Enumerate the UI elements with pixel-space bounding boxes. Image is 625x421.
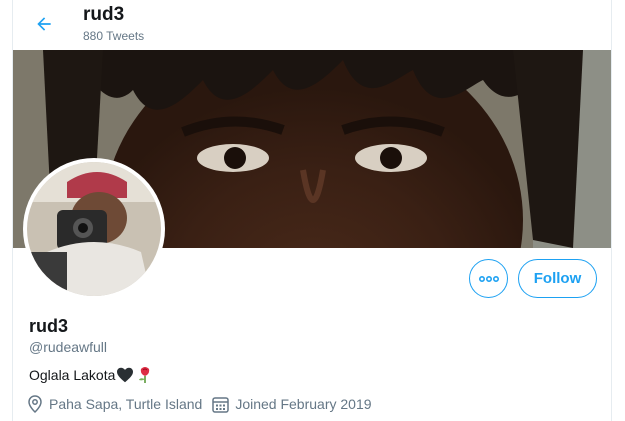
joined-item: Joined February 2019 <box>212 396 372 413</box>
back-button[interactable] <box>27 7 61 41</box>
location-item: Paha Sapa, Turtle Island <box>27 395 202 413</box>
header-name: rud3 <box>83 4 125 25</box>
avatar-photo <box>27 162 161 296</box>
location-text: Paha Sapa, Turtle Island <box>49 396 203 412</box>
joined-text: Joined February 2019 <box>235 396 372 412</box>
location-pin-icon <box>28 395 42 413</box>
bio-text: Oglala Lakota <box>29 367 116 383</box>
rose-icon <box>139 367 150 383</box>
more-options-button[interactable] <box>469 259 508 298</box>
profile-column: rud3 880 Tweets Follow rud3 @rudeawfull … <box>12 0 612 421</box>
profile-header-bar: rud3 880 Tweets <box>13 0 611 50</box>
back-arrow-icon <box>37 17 51 31</box>
tweet-count: 880 Tweets <box>83 29 145 43</box>
avatar[interactable] <box>23 158 165 300</box>
user-handle: @rudeawfull <box>29 339 108 355</box>
follow-button[interactable]: Follow <box>518 259 597 298</box>
bio: Oglala Lakota <box>29 366 153 384</box>
display-name: rud3 <box>29 316 69 336</box>
profile-meta: Paha Sapa, Turtle Island Joined February… <box>27 395 382 413</box>
more-horizontal-icon <box>478 275 499 282</box>
black-heart-icon <box>117 367 134 383</box>
calendar-icon <box>212 396 230 413</box>
